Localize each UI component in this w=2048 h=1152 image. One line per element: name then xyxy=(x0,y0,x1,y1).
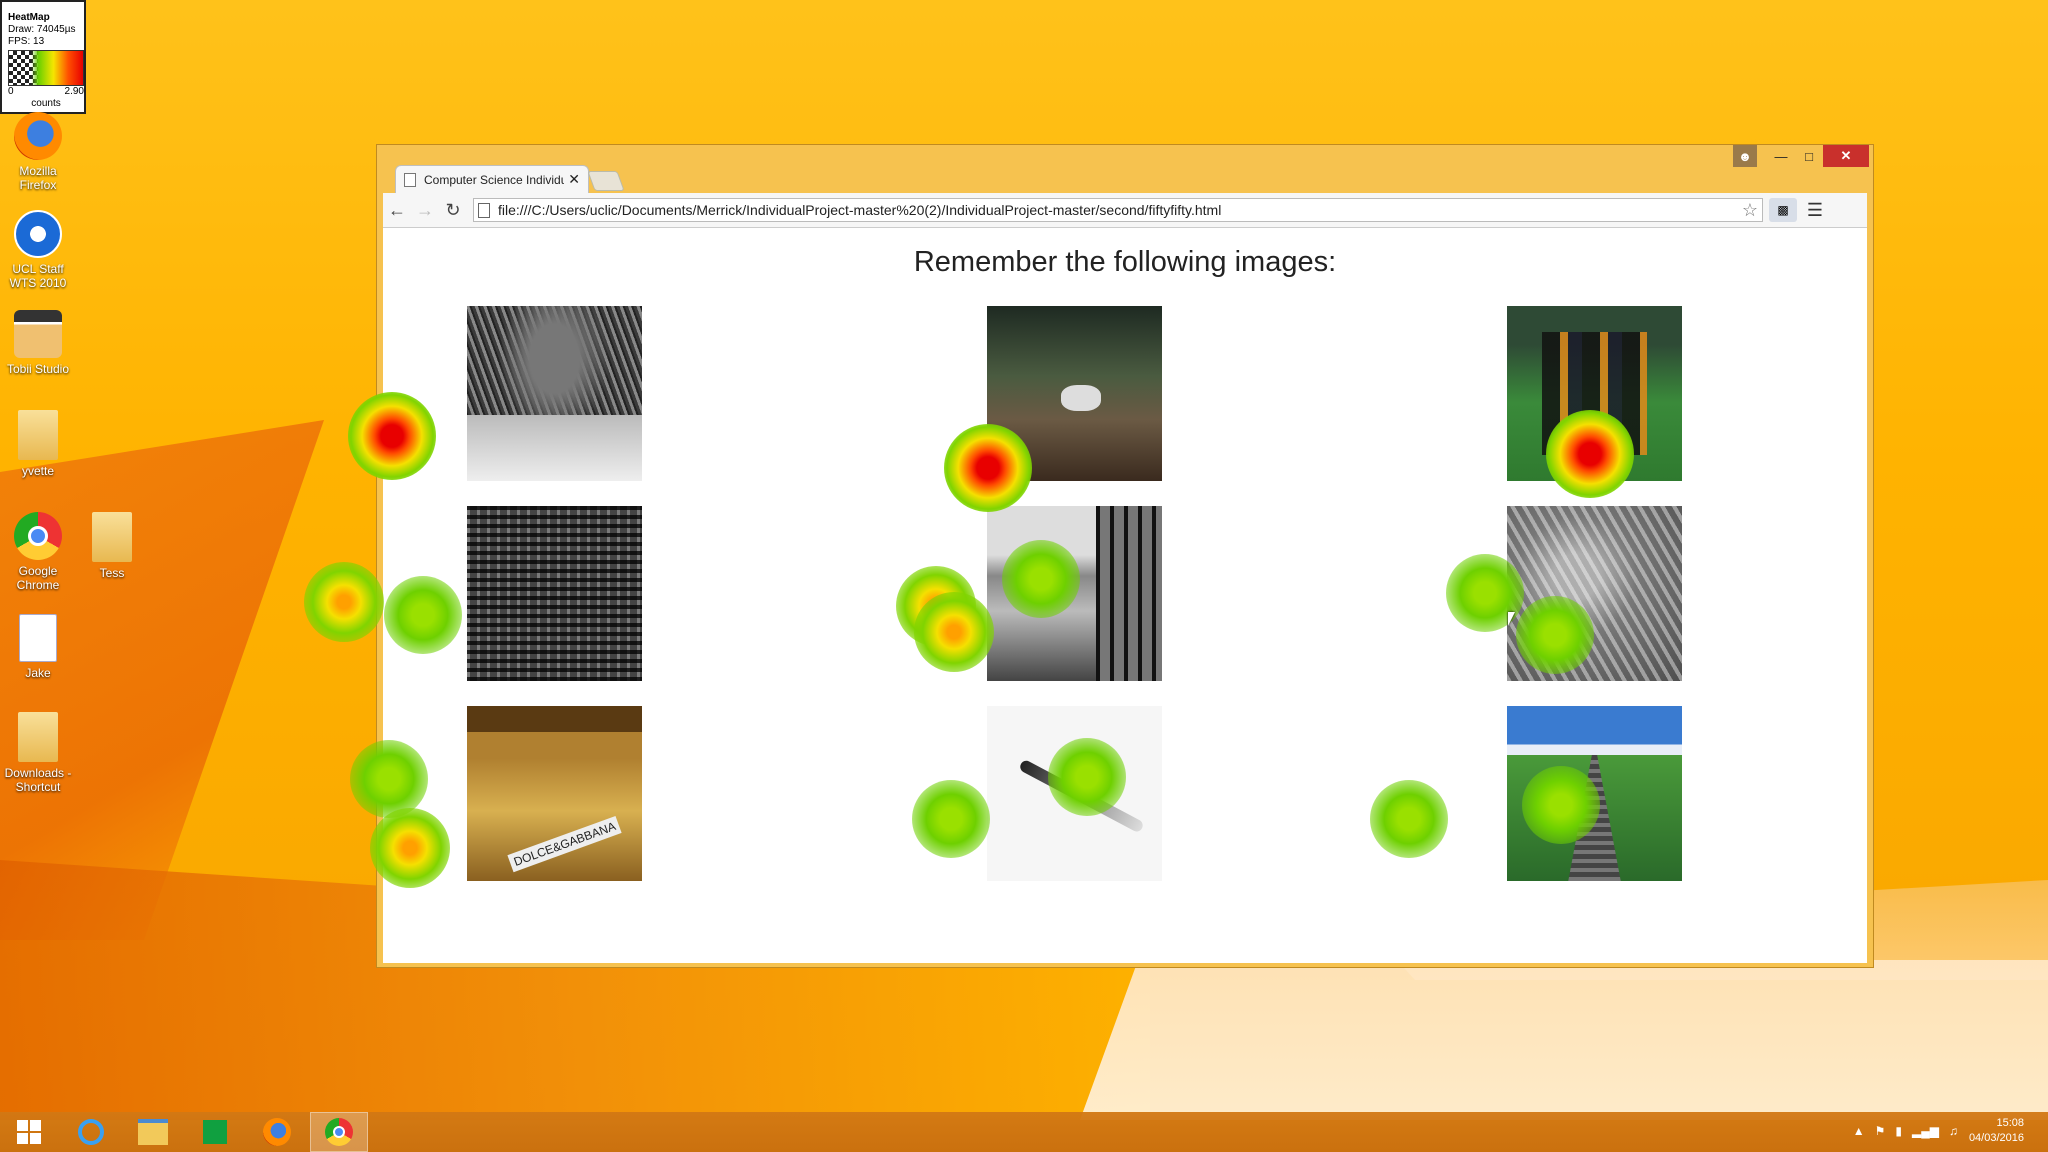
legend-unit: counts xyxy=(31,98,61,109)
menu-icon[interactable]: ☰ xyxy=(1801,200,1829,221)
taskbar-file-explorer[interactable] xyxy=(124,1112,182,1152)
folder-icon xyxy=(18,410,58,460)
action-center-flag-icon[interactable]: ⚑ xyxy=(1875,1124,1886,1138)
tab-title: Computer Science Individu xyxy=(424,172,565,187)
memory-image-lake xyxy=(987,506,1162,681)
desktop-icon-label: Jake xyxy=(25,666,51,680)
close-window-button[interactable]: ✕ xyxy=(1823,145,1869,167)
desktop-icon-label: Tobii Studio xyxy=(6,362,70,376)
mouse-cursor xyxy=(1508,612,1515,626)
document-icon xyxy=(19,614,57,662)
memory-image-shoes-path xyxy=(987,306,1162,481)
url-text[interactable]: file:///C:/Users/uclic/Documents/Merrick… xyxy=(498,202,1738,218)
taskbar-store[interactable] xyxy=(186,1112,244,1152)
desktop-icon-tobii-studio[interactable]: Tobii Studio xyxy=(0,310,76,376)
windows-logo-icon xyxy=(17,1120,41,1144)
clock-time: 15:08 xyxy=(1996,1117,2024,1129)
desktop-icon-label: Google Chrome xyxy=(16,564,60,592)
reload-icon[interactable]: ↻ xyxy=(439,200,467,221)
internet-explorer-icon xyxy=(78,1119,104,1145)
chrome-icon xyxy=(14,512,62,560)
taskbar-internet-explorer[interactable] xyxy=(62,1112,120,1152)
network-icon[interactable]: ▂▄▆ xyxy=(1912,1124,1939,1138)
maximize-button[interactable]: □ xyxy=(1795,145,1823,167)
file-explorer-icon xyxy=(138,1119,168,1145)
memory-image-rugby xyxy=(1507,306,1682,481)
bookmark-star-icon[interactable]: ☆ xyxy=(1738,200,1762,221)
legend-scale: 0 2.90 xyxy=(8,86,84,98)
taskbar-chrome[interactable] xyxy=(310,1112,368,1152)
page-icon xyxy=(404,172,416,187)
new-tab-button[interactable] xyxy=(587,171,625,191)
address-bar[interactable]: file:///C:/Users/uclic/Documents/Merrick… xyxy=(473,198,1763,222)
volume-icon[interactable]: ♫ xyxy=(1949,1124,1958,1138)
memory-image-forest xyxy=(467,306,642,481)
back-icon[interactable]: ← xyxy=(383,200,411,221)
legend-min: 0 xyxy=(8,86,14,97)
legend-color-scale xyxy=(8,50,84,86)
close-tab-icon[interactable]: ✕ xyxy=(568,171,580,188)
heatmap-spot xyxy=(304,562,384,642)
desktop-icon-label: Downloads - Shortcut xyxy=(4,766,72,794)
downloads-folder-icon xyxy=(18,712,58,762)
folder-icon xyxy=(92,512,132,562)
legend-draw-time: Draw: 74045µs xyxy=(8,24,76,35)
memory-image-perfume xyxy=(467,706,642,881)
desktop-icon-tess[interactable]: Tess xyxy=(74,512,150,580)
forward-icon[interactable]: → xyxy=(411,200,439,221)
system-tray: ▲ ⚑ ▮ ▂▄▆ ♫ xyxy=(1853,1124,1958,1138)
memory-image-stairs xyxy=(1507,706,1682,881)
window-controls: ☻ — □ ✕ xyxy=(1733,145,1869,167)
memory-image-dishwasher xyxy=(467,506,642,681)
desktop-icon-ucl-staff[interactable]: UCL Staff WTS 2010 xyxy=(0,210,76,290)
store-icon xyxy=(203,1120,227,1144)
browser-tab[interactable]: Computer Science Individu ✕ xyxy=(395,165,589,193)
legend-fps: FPS: 13 xyxy=(8,36,45,47)
desktop-icon-label: yvette xyxy=(21,464,54,478)
browser-toolbar: ← → ↻ file:///C:/Users/uclic/Documents/M… xyxy=(383,193,1867,228)
start-button[interactable] xyxy=(0,1112,58,1152)
memory-image-garden xyxy=(1507,506,1682,681)
desktop-icon-yvette[interactable]: yvette xyxy=(0,410,76,478)
clock-date: 04/03/2016 xyxy=(1968,1132,2024,1144)
page-icon xyxy=(478,202,490,218)
memory-image-pen xyxy=(987,706,1162,881)
heatmap-legend: HeatMap Draw: 74045µs FPS: 13 0 2.90 cou… xyxy=(0,0,86,114)
desktop-icon-label: UCL Staff WTS 2010 xyxy=(9,262,67,290)
taskbar-clock[interactable]: 15:08 04/03/2016 xyxy=(1969,1116,2024,1146)
chrome-icon xyxy=(325,1118,353,1146)
desktop-icon-jake[interactable]: Jake xyxy=(0,614,76,680)
browser-window: ☻ — □ ✕ Computer Science Individu ✕ ← → … xyxy=(376,144,1874,968)
desktop-icon-label: Tess xyxy=(99,566,125,580)
legend-max: 2.90 xyxy=(64,86,84,97)
page-heading: Remember the following images: xyxy=(913,246,1337,278)
minimize-button[interactable]: — xyxy=(1767,145,1795,167)
remote-desktop-icon xyxy=(14,210,62,258)
desktop-icon-firefox[interactable]: Mozilla Firefox xyxy=(0,112,76,192)
power-icon[interactable]: ▮ xyxy=(1895,1124,1902,1138)
wallpaper-shape xyxy=(1080,960,2048,1120)
desktop-icon-downloads[interactable]: Downloads - Shortcut xyxy=(0,712,76,794)
legend-title: HeatMap xyxy=(8,12,50,23)
taskbar-firefox[interactable] xyxy=(248,1112,306,1152)
page-content: Remember the following images: xyxy=(383,228,1867,963)
extension-icon[interactable]: ▩ xyxy=(1769,198,1797,222)
tobii-studio-icon xyxy=(14,310,62,358)
firefox-icon xyxy=(14,112,62,160)
desktop-icon-label: Mozilla Firefox xyxy=(19,164,57,192)
wallpaper-shape xyxy=(0,420,324,940)
desktop-icon-chrome[interactable]: Google Chrome xyxy=(0,512,76,592)
show-hidden-icons-icon[interactable]: ▲ xyxy=(1853,1124,1865,1138)
user-profile-button[interactable]: ☻ xyxy=(1733,145,1757,167)
firefox-icon xyxy=(263,1118,291,1146)
taskbar: ▲ ⚑ ▮ ▂▄▆ ♫ 15:08 04/03/2016 xyxy=(0,1112,2048,1152)
